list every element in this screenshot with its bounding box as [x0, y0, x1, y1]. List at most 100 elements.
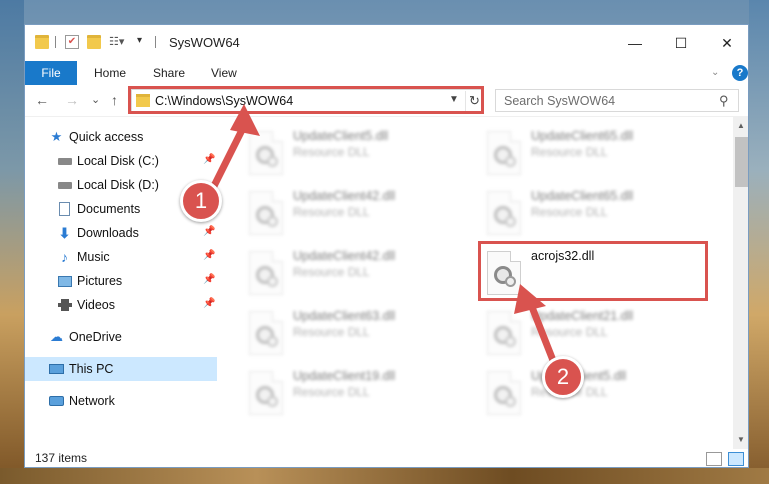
title-bar: ✔ ☷▾ ▾ SysWOW64 — ☐ ✕ — [25, 25, 748, 61]
scrollbar-thumb[interactable] — [735, 137, 748, 187]
minimize-button[interactable]: — — [612, 25, 658, 61]
file-highlight — [478, 241, 708, 301]
file-type: Resource DLL — [293, 265, 370, 279]
file-name: UpdateClient5.dll — [293, 129, 389, 143]
file-item[interactable]: UpdateClient5.dll Resource DLL — [473, 365, 703, 417]
file-item[interactable]: UpdateClient19.dll Resource DLL — [235, 365, 465, 417]
dll-file-icon — [249, 191, 283, 235]
sidebar-item-local-disk-c[interactable]: Local Disk (C:) 📌 — [25, 149, 217, 173]
dll-file-icon — [249, 251, 283, 295]
search-icon[interactable]: ⚲ — [719, 93, 729, 109]
file-name: UpdateClient65.dll — [531, 129, 634, 143]
window-title: SysWOW64 — [169, 35, 240, 50]
scroll-down-icon[interactable]: ▼ — [737, 435, 745, 444]
sidebar-item-network[interactable]: Network — [25, 389, 217, 413]
details-view-icon[interactable] — [706, 452, 722, 466]
close-button[interactable]: ✕ — [704, 25, 748, 61]
pin-icon[interactable]: 📌 — [203, 250, 215, 261]
sidebar-item-label: OneDrive — [69, 330, 122, 344]
file-name: UpdateClient42.dll — [293, 189, 396, 203]
file-item[interactable]: UpdateClient42.dll Resource DLL — [235, 185, 465, 237]
dll-file-icon — [487, 191, 521, 235]
properties-icon[interactable]: ✔ — [65, 35, 79, 49]
address-bar-highlight — [128, 86, 484, 114]
file-item[interactable]: UpdateClient65.dll Resource DLL — [473, 125, 703, 177]
pin-icon[interactable]: 📌 — [203, 154, 215, 165]
expand-ribbon-icon[interactable]: ⌄ — [711, 67, 719, 78]
separator — [155, 36, 156, 48]
file-type: Resource DLL — [293, 205, 370, 219]
step-2-badge: 2 — [542, 356, 584, 398]
drive-icon — [57, 154, 72, 168]
new-folder-icon[interactable] — [87, 35, 101, 49]
file-item[interactable]: UpdateClient5.dll Resource DLL — [235, 125, 465, 177]
recent-locations-button[interactable]: ⌄ — [91, 93, 100, 106]
star-icon: ★ — [50, 129, 63, 144]
sidebar-item-pictures[interactable]: Pictures 📌 — [25, 269, 217, 293]
maximize-button[interactable]: ☐ — [658, 25, 704, 61]
sidebar-item-label: Music — [77, 250, 110, 264]
folder-icon — [35, 35, 49, 49]
sidebar-item-downloads[interactable]: ⬇ Downloads 📌 — [25, 221, 217, 245]
tiles-view-icon[interactable] — [728, 452, 744, 466]
item-count: 137 items — [35, 451, 88, 465]
drive-icon — [57, 178, 72, 192]
tab-view[interactable]: View — [211, 61, 237, 85]
file-item[interactable]: UpdateClient63.dll Resource DLL — [235, 305, 465, 357]
up-button[interactable]: ↑ — [111, 92, 118, 108]
file-type: Resource DLL — [531, 325, 608, 339]
file-type: Resource DLL — [531, 145, 608, 159]
desktop-wallpaper-bottom — [0, 468, 769, 484]
computer-icon — [49, 362, 64, 376]
vertical-scrollbar[interactable]: ▲ ▼ — [733, 117, 748, 449]
file-type: Resource DLL — [293, 325, 370, 339]
pin-icon[interactable]: 📌 — [203, 274, 215, 285]
sidebar-item-this-pc[interactable]: This PC — [25, 357, 217, 381]
network-icon — [49, 394, 64, 408]
scroll-up-icon[interactable]: ▲ — [737, 121, 745, 130]
documents-icon — [57, 202, 72, 216]
tab-file[interactable]: File — [25, 61, 77, 85]
file-name: UpdateClient42.dll — [293, 249, 396, 263]
desktop-wallpaper-right — [749, 0, 769, 484]
ribbon: File Home Share View ⌄ ? — [25, 61, 748, 85]
help-icon[interactable]: ? — [732, 65, 748, 81]
sidebar-item-label: Local Disk (D:) — [77, 178, 159, 192]
sidebar-item-quick-access[interactable]: ★ Quick access — [25, 125, 217, 149]
sidebar-item-label: This PC — [69, 362, 114, 376]
pin-icon[interactable]: 📌 — [203, 298, 215, 309]
sidebar-item-videos[interactable]: Videos 📌 — [25, 293, 217, 317]
music-icon: ♪ — [61, 249, 68, 265]
dll-file-icon — [487, 371, 521, 415]
search-input[interactable]: Search SysWOW64 ⚲ — [495, 89, 739, 112]
file-item[interactable]: UpdateClient42.dll Resource DLL — [235, 245, 465, 297]
pin-icon[interactable]: 📌 — [203, 226, 215, 237]
forward-button[interactable]: → — [65, 92, 79, 108]
sidebar-item-label: Local Disk (C:) — [77, 154, 159, 168]
chevron-down-icon[interactable]: ▾ — [137, 35, 151, 49]
back-button[interactable]: ← — [35, 92, 49, 108]
status-bar: 137 items — [25, 449, 748, 467]
tab-share[interactable]: Share — [153, 61, 185, 85]
videos-icon — [57, 298, 72, 312]
download-icon: ⬇ — [58, 224, 71, 241]
pictures-icon — [57, 274, 72, 288]
customize-toolbar-icon[interactable]: ☷▾ — [109, 35, 124, 49]
sidebar-item-label: Videos — [77, 298, 115, 312]
dll-file-icon — [249, 311, 283, 355]
desktop-wallpaper-left — [0, 0, 24, 484]
sidebar-item-onedrive[interactable]: ☁ OneDrive — [25, 325, 217, 349]
sidebar-item-music[interactable]: ♪ Music 📌 — [25, 245, 217, 269]
sidebar-item-label: Documents — [77, 202, 141, 216]
dll-file-icon — [487, 311, 521, 355]
search-placeholder: Search SysWOW64 — [504, 94, 616, 108]
file-item[interactable]: UpdateClient21.dll Resource DLL — [473, 305, 703, 357]
tab-home[interactable]: Home — [94, 61, 126, 85]
file-item[interactable]: UpdateClient65.dll Resource DLL — [473, 185, 703, 237]
file-type: Resource DLL — [531, 205, 608, 219]
sidebar-item-label: Network — [69, 394, 115, 408]
file-name: UpdateClient63.dll — [293, 309, 396, 323]
dll-file-icon — [249, 131, 283, 175]
file-type: Resource DLL — [293, 145, 370, 159]
file-name: UpdateClient19.dll — [293, 369, 396, 383]
